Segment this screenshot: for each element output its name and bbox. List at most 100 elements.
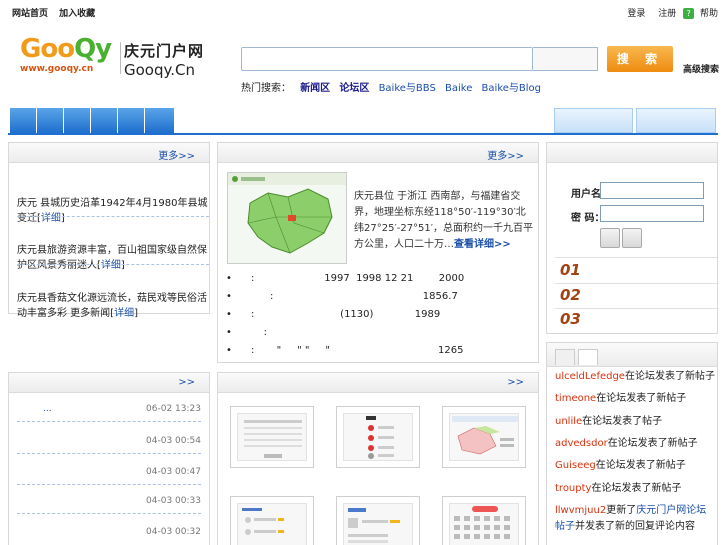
activity-action: 在论坛发表了新帖子 (595, 460, 686, 471)
intro-bullet: • : 1856.7 (226, 291, 458, 302)
top-links-right: 登录 注册 ? 帮助 (617, 6, 718, 19)
list-item[interactable]: 04-03 00:32 (17, 521, 201, 545)
menu-thumbnail-graphic (366, 416, 394, 459)
profile-thumbnail-graphic (348, 508, 400, 543)
search-tab-baike[interactable]: Baike (445, 83, 472, 94)
search-tab-baike-blog[interactable]: Baike与Blog (482, 83, 541, 94)
site-logo[interactable]: GooQy www.gooqy.cn (20, 34, 118, 80)
county-map-image[interactable] (227, 172, 347, 264)
logo-url: www.gooqy.cn (20, 64, 94, 74)
nav-right-tab-2[interactable] (636, 108, 716, 133)
activity-action: 在论坛发表了帖子 (582, 416, 663, 427)
grid-thumbnail-graphic (454, 506, 510, 539)
password-input[interactable] (600, 205, 704, 222)
help-link[interactable]: 帮助 (700, 9, 718, 19)
activity-action: 更新了 (606, 505, 637, 516)
gallery-panel-header: >> (218, 373, 538, 393)
activity-user[interactable]: ulceldLefedge (555, 371, 625, 382)
news-item-end: ] (60, 213, 65, 224)
site-name-cn: 庆元门户网 (124, 42, 205, 60)
activity-user[interactable]: unlile (555, 416, 582, 427)
news-item-text: 庆元县香菇文化源远流长，菇民戏等民俗活动丰富多彩 更多新闻[ (17, 293, 207, 319)
login-panel: 用户名： 密 码： 01 02 03 (546, 142, 718, 334)
register-link[interactable]: 注册 (658, 9, 676, 19)
nav-underline (8, 133, 718, 135)
activity-user[interactable]: timeone (555, 393, 596, 404)
intro-more-link[interactable]: 更多>> (487, 147, 524, 162)
screenshot-thumbnail[interactable] (230, 496, 314, 545)
screenshot-thumbnail[interactable] (442, 496, 526, 545)
screenshot-thumbnail[interactable] (336, 406, 420, 468)
news-item: 庆元县香菇文化源远流长，菇民戏等民俗活动丰富多彩 更多新闻[详细] (17, 289, 209, 319)
intro-detail-link[interactable]: 查看详细>> (454, 239, 511, 250)
activity-tab-1[interactable] (555, 349, 575, 365)
rank-divider (555, 257, 717, 258)
nav-tab-4[interactable] (91, 108, 118, 133)
news-more-link[interactable]: 更多>> (158, 147, 195, 162)
news-divider (17, 216, 209, 217)
news-divider (17, 264, 209, 265)
search-input[interactable] (241, 47, 533, 71)
login-button[interactable] (600, 228, 620, 248)
news-item-link[interactable]: 详细 (114, 308, 134, 319)
list-item[interactable]: 04-03 00:33 (17, 490, 201, 514)
activity-action: 在论坛发表了新帖子 (591, 483, 682, 494)
activity-item: unlile在论坛发表了帖子 (555, 414, 715, 430)
search-tab-forum[interactable]: 论坛区 (339, 83, 369, 94)
comment-thumbnail-graphic (242, 508, 284, 535)
news-item-link[interactable]: 详细 (101, 260, 121, 271)
nav-tab-3[interactable] (64, 108, 91, 133)
screenshot-thumbnail[interactable] (230, 406, 314, 468)
activity-action: 在论坛发表了新帖子 (596, 393, 687, 404)
activity-user[interactable]: troupty (555, 483, 591, 494)
latest-panel: >> ... 06-02 13:23 04-03 00:54 04-03 00:… (8, 372, 210, 545)
activity-panel-header (547, 343, 717, 367)
activity-user[interactable]: llwvmjuu2 (555, 505, 606, 516)
site-name: 庆元门户网 Gooqy.Cn (124, 40, 204, 79)
latest-more-link[interactable]: >> (178, 377, 195, 388)
nav-tab-5[interactable] (118, 108, 145, 133)
rank-number: 02 (560, 286, 581, 304)
list-item-time: 04-03 00:32 (146, 527, 201, 537)
screenshot-thumbnail[interactable] (442, 406, 526, 468)
search-category-select[interactable] (533, 47, 598, 71)
search-tab-news[interactable]: 新闻区 (300, 83, 330, 94)
news-item: 庆元县旅游资源丰富，百山祖国家级自然保护区风景秀丽迷人[详细] (17, 241, 209, 271)
news-item-end: ] (134, 308, 138, 319)
login-link[interactable]: 登录 (627, 9, 645, 19)
home-link[interactable]: 网站首页 (12, 9, 48, 19)
intro-panel-header: 更多>> (218, 143, 538, 163)
intro-bullet: • : 1997 1998 12 21 2000 (226, 273, 465, 284)
help-icon[interactable]: ? (683, 8, 695, 19)
list-item[interactable]: ... 06-02 13:23 (17, 398, 201, 422)
username-input[interactable] (600, 182, 704, 199)
register-button[interactable] (622, 228, 642, 248)
intro-bullet: • : (226, 327, 268, 338)
nav-tab-1[interactable] (10, 108, 37, 133)
news-item-link[interactable]: 详细 (41, 213, 61, 224)
advanced-search-link[interactable]: 高级搜索 (683, 62, 719, 75)
list-item[interactable]: 04-03 00:54 (17, 430, 201, 454)
favorite-link[interactable]: 加入收藏 (59, 9, 95, 19)
intro-panel: 更多>> 庆元县位 于浙江 西南部，与福建省交界，地理坐标东经118°50′-1… (217, 142, 539, 363)
search-tab-baike-bbs[interactable]: Baike与BBS (379, 83, 436, 94)
list-item[interactable]: 04-03 00:47 (17, 461, 201, 485)
nav-right-tab-1[interactable] (554, 108, 633, 133)
activity-user[interactable]: advedsdor (555, 438, 608, 449)
nav-tab-2[interactable] (37, 108, 64, 133)
activity-user[interactable]: Guiseeg (555, 460, 596, 471)
rank-number: 01 (560, 261, 581, 279)
gallery-more-link[interactable]: >> (507, 377, 524, 388)
search-tabs-prefix: 热门搜索： (241, 83, 291, 94)
rank-number: 03 (560, 310, 581, 328)
search-button[interactable]: 搜 索 (607, 46, 673, 72)
screenshot-thumbnail[interactable] (336, 496, 420, 545)
list-item-title[interactable]: ... (43, 404, 52, 414)
logo-text-a: Goo (20, 34, 75, 64)
news-panel: 更多>> 庆元 县城历史沿革1942年4月1980年县城变迁[详细] 庆元县旅游… (8, 142, 210, 319)
activity-tab-2[interactable] (578, 349, 598, 365)
rank-divider (555, 283, 717, 284)
news-panel-header: 更多>> (9, 143, 209, 163)
list-item-time: 04-03 00:54 (146, 436, 201, 446)
nav-tab-6[interactable] (145, 108, 175, 133)
